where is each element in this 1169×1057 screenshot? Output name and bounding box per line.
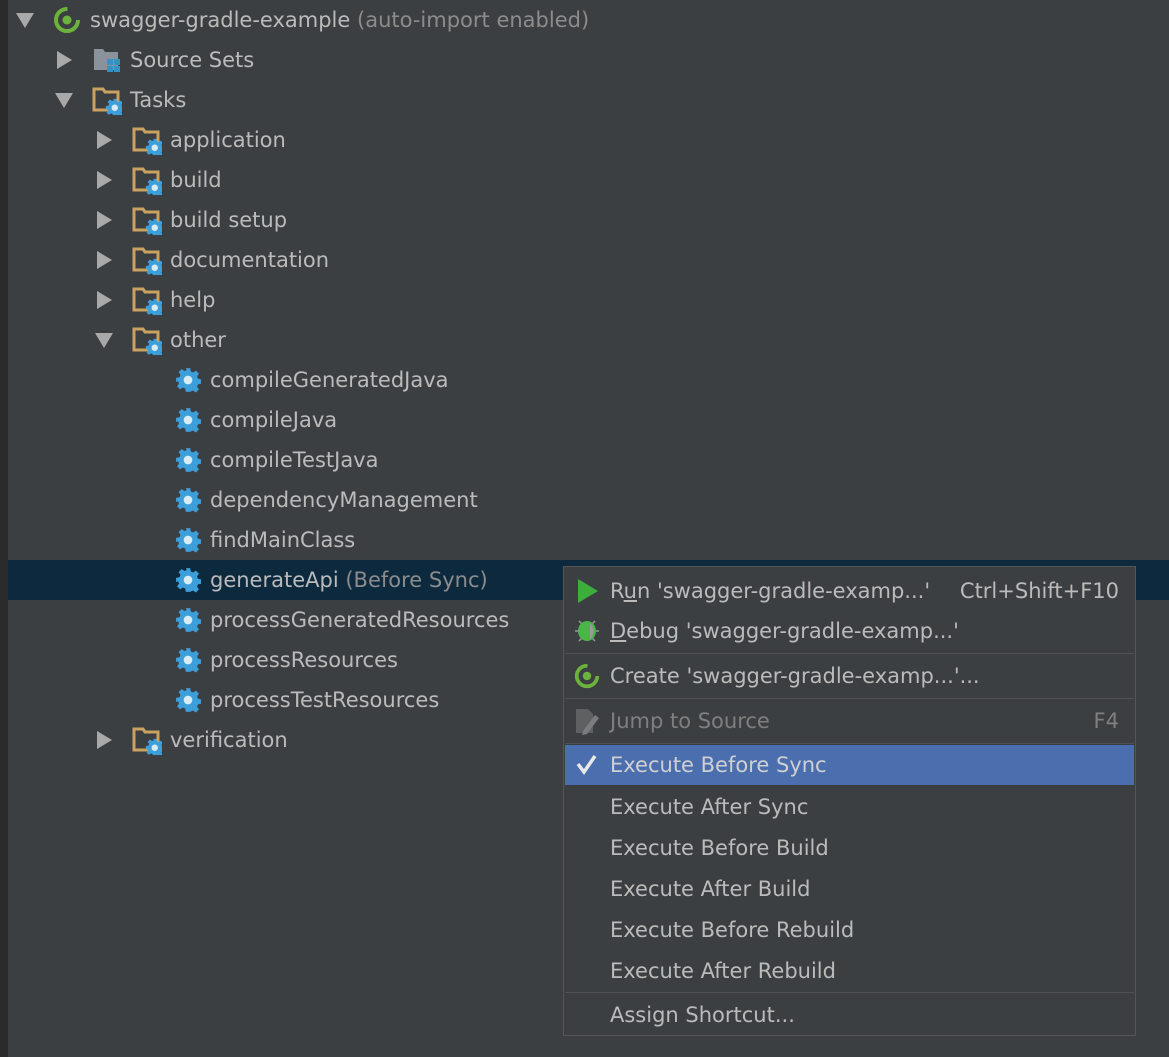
tree-node-group[interactable]: build setup — [8, 200, 1169, 240]
project-name: swagger-gradle-example — [90, 8, 351, 32]
tree-node-source-sets[interactable]: Source Sets — [8, 40, 1169, 80]
task-label: processResources — [210, 648, 398, 672]
gear-icon — [175, 567, 201, 593]
gear-icon — [175, 687, 201, 713]
tree-node-task[interactable]: dependencyManagement — [8, 480, 1169, 520]
task-label: compileGeneratedJava — [210, 368, 449, 392]
context-menu: Run 'swagger-gradle-examp...' Ctrl+Shift… — [563, 566, 1136, 1036]
menu-item-debug[interactable]: Debug 'swagger-gradle-examp...' — [565, 611, 1134, 651]
gear-icon — [175, 607, 201, 633]
run-icon — [578, 579, 598, 603]
task-label: compileTestJava — [210, 448, 379, 472]
group-label: other — [170, 328, 226, 352]
task-label: processGeneratedResources — [210, 608, 510, 632]
group-label: verification — [170, 728, 288, 752]
edit-source-icon — [576, 709, 599, 735]
gear-icon — [175, 367, 201, 393]
collapse-arrow-icon[interactable] — [95, 332, 113, 348]
expand-arrow-icon[interactable] — [97, 211, 112, 229]
task-label: findMainClass — [210, 528, 356, 552]
task-folder-icon — [132, 245, 162, 275]
menu-item-execute-after-build[interactable]: Execute After Build — [565, 869, 1134, 909]
gear-icon — [175, 447, 201, 473]
task-label: dependencyManagement — [210, 488, 478, 512]
task-folder-icon — [92, 85, 122, 115]
task-label: compileJava — [210, 408, 338, 432]
menu-separator — [565, 653, 1134, 654]
expand-arrow-icon[interactable] — [57, 51, 72, 69]
task-folder-icon — [132, 325, 162, 355]
tree-node-group[interactable]: build — [8, 160, 1169, 200]
group-label: application — [170, 128, 286, 152]
task-folder-icon — [132, 285, 162, 315]
task-folder-icon — [132, 165, 162, 195]
left-gutter — [0, 0, 8, 1057]
checkmark-icon — [576, 755, 597, 775]
menu-item-assign-shortcut[interactable]: Assign Shortcut... — [565, 995, 1134, 1035]
gear-icon — [175, 487, 201, 513]
gear-icon — [175, 647, 201, 673]
group-label: help — [170, 288, 216, 312]
menu-item-execute-before-build[interactable]: Execute Before Build — [565, 828, 1134, 868]
expand-arrow-icon[interactable] — [97, 731, 112, 749]
tree-node-task[interactable]: compileJava — [8, 400, 1169, 440]
expand-arrow-icon[interactable] — [97, 251, 112, 269]
menu-item-run[interactable]: Run 'swagger-gradle-examp...' Ctrl+Shift… — [565, 571, 1134, 611]
expand-arrow-icon[interactable] — [97, 171, 112, 189]
task-folder-icon — [132, 205, 162, 235]
tree-node-group[interactable]: help — [8, 280, 1169, 320]
tree-node-group-other[interactable]: other — [8, 320, 1169, 360]
tree-node-task[interactable]: compileTestJava — [8, 440, 1169, 480]
gradle-project-icon — [52, 5, 82, 35]
menu-item-execute-before-rebuild[interactable]: Execute Before Rebuild — [565, 910, 1134, 950]
tree-node-project[interactable]: swagger-gradle-example (auto-import enab… — [8, 0, 1169, 40]
tree-node-group[interactable]: application — [8, 120, 1169, 160]
group-label: build setup — [170, 208, 288, 232]
tree-node-task[interactable]: findMainClass — [8, 520, 1169, 560]
tasks-label: Tasks — [130, 88, 187, 112]
group-label: documentation — [170, 248, 330, 272]
debug-bug-icon — [575, 620, 599, 642]
source-sets-icon — [94, 49, 120, 72]
expand-arrow-icon[interactable] — [97, 131, 112, 149]
menu-separator — [565, 743, 1134, 744]
run-shortcut: Ctrl+Shift+F10 — [959, 579, 1119, 603]
jump-shortcut: F4 — [1093, 709, 1119, 733]
task-label: processTestResources — [210, 688, 440, 712]
menu-separator — [565, 698, 1134, 699]
task-folder-icon — [132, 125, 162, 155]
tree-node-tasks[interactable]: Tasks — [8, 80, 1169, 120]
gradle-icon — [573, 662, 601, 690]
tree-node-task[interactable]: compileGeneratedJava — [8, 360, 1169, 400]
collapse-arrow-icon[interactable] — [16, 12, 34, 28]
task-trigger-badge: (Before Sync) — [345, 568, 488, 592]
collapse-arrow-icon[interactable] — [55, 92, 73, 108]
menu-separator — [565, 992, 1134, 993]
menu-item-jump-to-source[interactable]: Jump to Source F4 — [565, 701, 1134, 741]
source-sets-label: Source Sets — [130, 48, 255, 72]
menu-item-execute-after-rebuild[interactable]: Execute After Rebuild — [565, 951, 1134, 991]
menu-item-execute-after-sync[interactable]: Execute After Sync — [565, 787, 1134, 827]
menu-item-create-config[interactable]: Create 'swagger-gradle-examp...'... — [565, 656, 1134, 696]
group-label: build — [170, 168, 222, 192]
project-status: (auto-import enabled) — [357, 8, 590, 32]
gear-icon — [175, 527, 201, 553]
gear-icon — [175, 407, 201, 433]
tree-node-group[interactable]: documentation — [8, 240, 1169, 280]
task-label: generateApi — [210, 568, 339, 592]
menu-item-execute-before-sync[interactable]: Execute Before Sync — [565, 745, 1134, 785]
expand-arrow-icon[interactable] — [97, 291, 112, 309]
task-folder-icon — [132, 725, 162, 755]
